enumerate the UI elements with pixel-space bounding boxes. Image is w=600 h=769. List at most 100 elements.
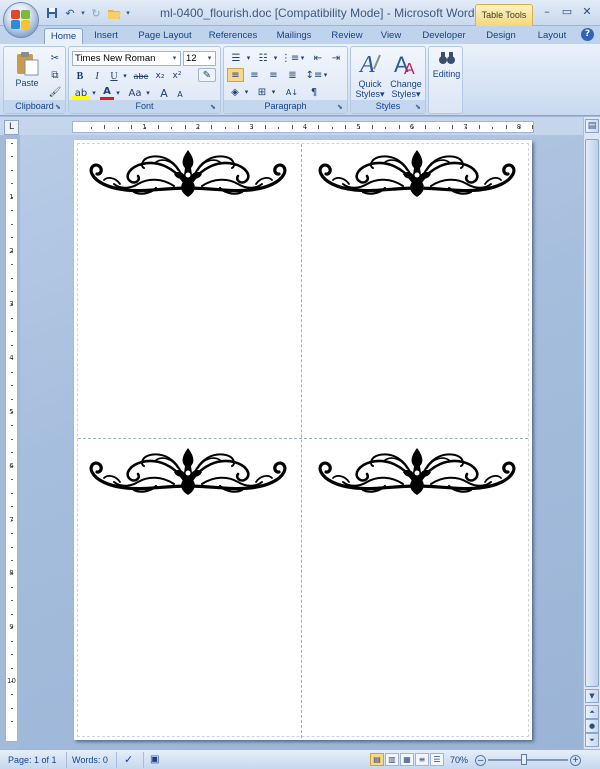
- zoom-level[interactable]: 70%: [450, 753, 468, 767]
- tab-page-layout[interactable]: Page Layout: [133, 28, 197, 44]
- shading-icon[interactable]: ◈: [227, 85, 243, 99]
- clipboard-launcher-icon[interactable]: ⬊: [55, 103, 63, 111]
- font-color-dropdown-icon[interactable]: ▾: [114, 86, 122, 100]
- borders-dropdown-icon[interactable]: ▾: [270, 85, 277, 99]
- help-icon[interactable]: ?: [581, 28, 594, 41]
- numbering-dropdown-icon[interactable]: ▾: [272, 51, 279, 65]
- word-count[interactable]: Words: 0: [72, 753, 108, 767]
- flourish-ornament-bottom-right[interactable]: [315, 446, 519, 496]
- decrease-indent-icon[interactable]: ⇤: [310, 51, 326, 65]
- align-left-icon[interactable]: ≡: [227, 68, 244, 82]
- macro-recording-icon[interactable]: ▣: [150, 753, 159, 767]
- close-icon[interactable]: ✕: [578, 3, 596, 19]
- change-case-dropdown-icon[interactable]: ▾: [144, 86, 152, 100]
- line-spacing-dropdown-icon[interactable]: ▾: [322, 68, 329, 82]
- outline-view-icon[interactable]: ≡: [415, 753, 429, 766]
- customize-qat-icon[interactable]: ▾: [124, 5, 132, 21]
- justify-icon[interactable]: ≣: [284, 68, 301, 82]
- minimize-icon[interactable]: –: [538, 3, 556, 19]
- clear-formatting-icon[interactable]: ✎: [198, 68, 216, 82]
- vertical-scrollbar[interactable]: ▤ ▼ ⏶ ● ⏷: [583, 117, 600, 749]
- subscript-button[interactable]: x₂: [153, 69, 167, 83]
- tab-developer[interactable]: Developer: [416, 28, 472, 44]
- superscript-button[interactable]: x²: [170, 69, 184, 83]
- font-size-combo[interactable]: 12 ▾: [183, 51, 216, 66]
- multilevel-dropdown-icon[interactable]: ▾: [299, 51, 306, 65]
- flourish-ornament-top-right[interactable]: [315, 148, 519, 198]
- bullets-icon[interactable]: ☰: [227, 51, 245, 65]
- zoom-in-icon[interactable]: +: [570, 755, 581, 766]
- copy-icon[interactable]: ⧉: [48, 68, 62, 82]
- underline-button[interactable]: U: [107, 69, 121, 83]
- horizontal-ruler[interactable]: 1 2 3 4 5 6 7 8: [72, 121, 534, 133]
- zoom-slider-track[interactable]: [488, 759, 568, 761]
- print-layout-view-icon[interactable]: ▤: [370, 753, 384, 766]
- line-spacing-icon[interactable]: ↕≡: [306, 68, 323, 82]
- align-right-icon[interactable]: ≡: [265, 68, 282, 82]
- borders-icon[interactable]: ⊞: [254, 85, 270, 99]
- undo-icon[interactable]: ↶: [62, 5, 78, 21]
- next-page-icon[interactable]: ⏷: [585, 733, 599, 747]
- tab-insert[interactable]: Insert: [86, 28, 126, 44]
- tab-references[interactable]: References: [203, 28, 263, 44]
- flourish-ornament-bottom-left[interactable]: [86, 446, 290, 496]
- tab-home[interactable]: Home: [44, 28, 83, 44]
- proofing-icon[interactable]: ✓: [124, 753, 133, 767]
- maximize-icon[interactable]: ▭: [558, 3, 576, 19]
- numbering-icon[interactable]: ☷: [254, 51, 272, 65]
- office-button[interactable]: [3, 2, 39, 38]
- ruler-toggle-icon[interactable]: ▤: [585, 119, 599, 133]
- font-name-combo[interactable]: Times New Roman ▾: [72, 51, 181, 66]
- sort-icon[interactable]: A↓: [284, 85, 300, 99]
- change-case-button[interactable]: Aa: [126, 86, 144, 100]
- strikethrough-button[interactable]: abe: [131, 69, 151, 83]
- tab-selector[interactable]: L: [4, 120, 19, 135]
- full-screen-reading-icon[interactable]: ▥: [385, 753, 399, 766]
- font-color-icon[interactable]: A: [100, 86, 114, 100]
- zoom-slider-thumb[interactable]: [521, 754, 527, 765]
- web-layout-icon[interactable]: ▦: [400, 753, 414, 766]
- tab-view[interactable]: View: [373, 28, 409, 44]
- underline-dropdown-icon[interactable]: ▾: [121, 69, 129, 83]
- bullets-dropdown-icon[interactable]: ▾: [245, 51, 252, 65]
- save-icon[interactable]: [44, 5, 60, 21]
- vertical-ruler[interactable]: 1 2 3 4 5 6 7 8 9 10: [5, 138, 18, 742]
- quick-styles-button[interactable]: A Quick Styles▾: [353, 49, 387, 101]
- multilevel-list-icon[interactable]: ⋮≡: [281, 51, 299, 65]
- bold-button[interactable]: B: [73, 69, 87, 83]
- previous-page-icon[interactable]: ⏶: [585, 705, 599, 719]
- scroll-down-arrow-icon[interactable]: ▼: [585, 689, 599, 703]
- cut-icon[interactable]: ✂: [48, 51, 62, 65]
- grow-font-button[interactable]: A: [156, 86, 172, 100]
- editing-button[interactable]: Editing: [430, 51, 463, 91]
- document-page[interactable]: [74, 140, 532, 740]
- ruler-tick: [11, 600, 13, 602]
- redo-icon[interactable]: ↻: [88, 5, 104, 21]
- increase-indent-icon[interactable]: ⇥: [328, 51, 344, 65]
- select-browse-object-icon[interactable]: ●: [585, 719, 599, 733]
- scroll-thumb[interactable]: [585, 139, 599, 687]
- italic-button[interactable]: I: [90, 69, 104, 83]
- tab-layout[interactable]: Layout: [530, 28, 574, 44]
- paste-button[interactable]: Paste: [8, 50, 46, 90]
- paragraph-launcher-icon[interactable]: ⬊: [337, 103, 345, 111]
- page-count[interactable]: Page: 1 of 1: [8, 753, 57, 767]
- show-formatting-icon[interactable]: ¶: [306, 85, 322, 99]
- open-icon[interactable]: [106, 5, 122, 21]
- shrink-font-button[interactable]: A: [173, 87, 187, 101]
- tab-design[interactable]: Design: [478, 28, 524, 44]
- format-painter-icon[interactable]: 🖌: [48, 85, 62, 99]
- zoom-out-icon[interactable]: –: [475, 755, 486, 766]
- undo-dropdown-icon[interactable]: ▾: [80, 5, 86, 21]
- shading-dropdown-icon[interactable]: ▾: [243, 85, 250, 99]
- change-styles-button[interactable]: AA Change Styles▾: [388, 49, 424, 101]
- draft-view-icon[interactable]: ☰: [430, 753, 444, 766]
- align-center-icon[interactable]: ≡: [246, 68, 263, 82]
- styles-launcher-icon[interactable]: ⬊: [415, 103, 423, 111]
- tab-mailings[interactable]: Mailings: [268, 28, 320, 44]
- font-launcher-icon[interactable]: ⬊: [210, 103, 218, 111]
- highlight-dropdown-icon[interactable]: ▾: [90, 86, 98, 100]
- tab-review[interactable]: Review: [324, 28, 370, 44]
- flourish-ornament-top-left[interactable]: [86, 148, 290, 198]
- highlight-icon[interactable]: ab: [72, 86, 90, 100]
